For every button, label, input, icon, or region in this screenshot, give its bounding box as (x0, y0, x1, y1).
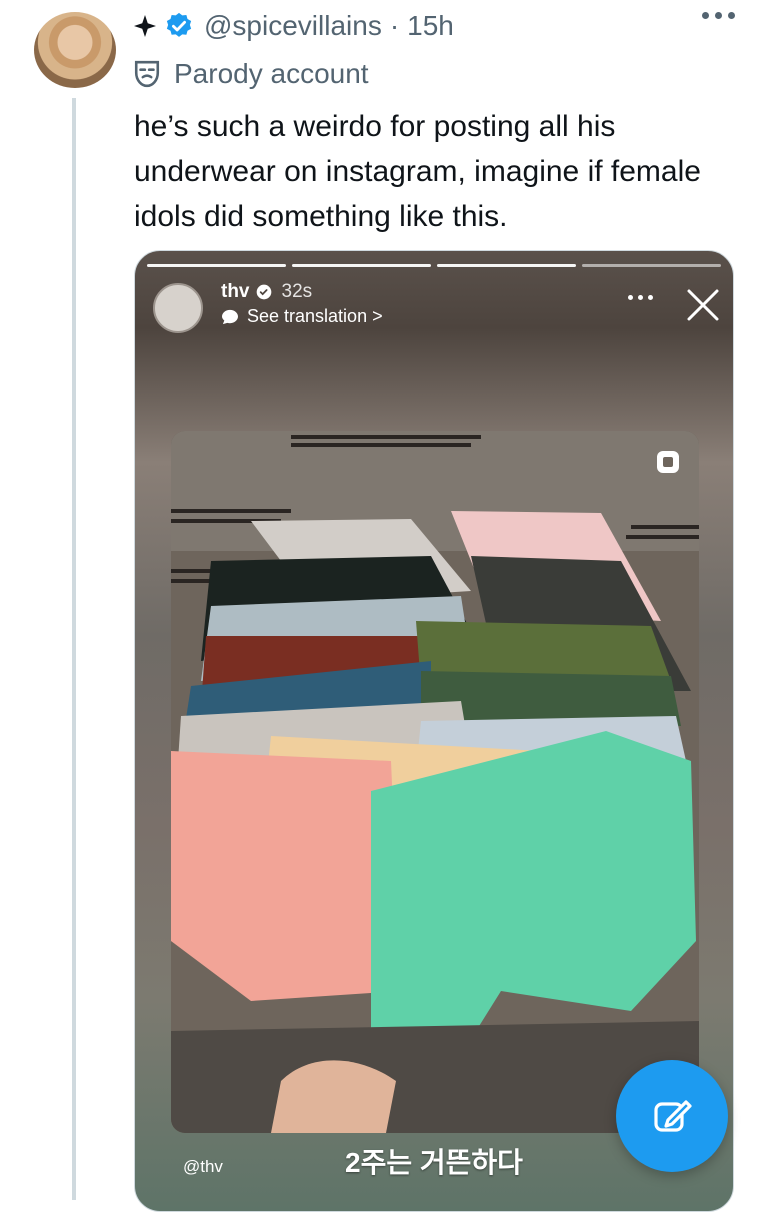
more-dot (648, 295, 653, 300)
close-icon (687, 289, 719, 321)
mask-icon (134, 60, 160, 88)
see-translation: See translation > (221, 306, 383, 327)
story-progress-segment (292, 264, 431, 267)
see-translation-label: See translation > (247, 306, 383, 326)
chat-bubble-icon (222, 309, 238, 324)
story-progress-segment (437, 264, 576, 267)
more-dot (638, 295, 643, 300)
thread-line (72, 98, 76, 1200)
verified-badge-icon (166, 12, 192, 37)
more-dot (715, 12, 722, 19)
sparkle-icon (134, 15, 156, 37)
tweet-text: he’s such a weirdo for posting all his u… (134, 110, 701, 233)
story-time: 32s (281, 281, 313, 302)
underwear-photo-illustration (171, 431, 699, 1133)
story-avatar (153, 283, 203, 333)
story-progress-segment (147, 264, 286, 267)
separator-dot: · (389, 10, 400, 41)
verified-badge-icon (256, 284, 271, 300)
story-username: thv (221, 281, 250, 302)
story-more-icon (628, 295, 653, 300)
more-dot (702, 12, 709, 19)
sound-icon (657, 451, 679, 473)
parody-label: Parody account (134, 56, 369, 92)
more-dot (628, 295, 633, 300)
post-header: @spicevillains · 15h (134, 8, 454, 44)
more-dot (728, 12, 735, 19)
story-progress-segment (582, 264, 721, 267)
more-options-button[interactable] (702, 12, 735, 19)
story-user: thv 32s (221, 281, 312, 303)
post-time[interactable]: 15h (407, 10, 454, 42)
author-handle[interactable]: @spicevillains (204, 10, 382, 42)
compose-pencil-icon (654, 1100, 692, 1132)
author-avatar[interactable] (34, 12, 116, 88)
story-photo (171, 431, 699, 1133)
compose-button[interactable] (616, 1060, 728, 1172)
story-progress (147, 264, 721, 267)
parody-text: Parody account (174, 58, 369, 89)
